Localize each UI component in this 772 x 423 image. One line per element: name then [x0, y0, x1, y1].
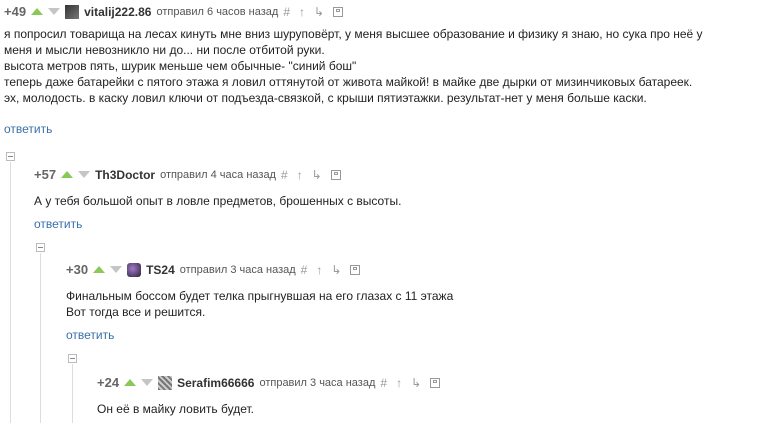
upvote-icon[interactable] — [61, 171, 74, 178]
username[interactable]: TS24 — [146, 263, 175, 277]
thread-line[interactable] — [10, 162, 11, 423]
upvote-icon[interactable] — [93, 266, 106, 273]
avatar[interactable] — [158, 375, 173, 390]
thread-line[interactable] — [40, 253, 41, 423]
save-icon[interactable] — [350, 264, 361, 275]
downvote-icon[interactable] — [110, 266, 123, 273]
hash-icon[interactable]: # — [283, 5, 294, 19]
reply-link[interactable]: ответить — [4, 122, 52, 136]
comment-line: Он её в майку ловить будет. — [97, 402, 254, 416]
username[interactable]: Th3Doctor — [95, 168, 155, 182]
reply-link[interactable]: ответить — [66, 328, 114, 342]
comment-rating: +49 — [4, 4, 27, 19]
thread-line[interactable] — [72, 364, 73, 423]
username[interactable]: Serafim66666 — [177, 376, 254, 390]
downvote-icon[interactable] — [141, 379, 154, 386]
save-icon[interactable] — [430, 377, 441, 388]
upvote-icon[interactable] — [124, 379, 137, 386]
comment-line: эх, молодость. в каску ловил ключи от по… — [4, 91, 647, 105]
comment-rating: +30 — [66, 262, 89, 277]
comment-body: Финальным боссом будет телка прыгнувшая … — [66, 288, 453, 320]
comment-body: Он её в майку ловить будет. — [97, 401, 254, 417]
comment-header: +24 Serafim66666 отправил 3 часа назад #… — [97, 375, 441, 390]
collapse-thread-button[interactable] — [6, 152, 15, 161]
comment-line: меня и мысли невозникло ни до... ни посл… — [4, 43, 325, 57]
comment-line: высота метров пять, шурик меньше чем обы… — [4, 59, 357, 73]
parent-link-icon[interactable]: ↑ — [297, 168, 307, 182]
branch-icon[interactable]: ↳ — [331, 263, 345, 277]
collapse-thread-button[interactable] — [36, 243, 45, 252]
branch-icon[interactable]: ↳ — [314, 5, 328, 19]
comment-rating: +57 — [34, 167, 57, 182]
upvote-icon[interactable] — [31, 8, 44, 15]
hash-icon[interactable]: # — [380, 376, 391, 390]
save-icon[interactable] — [330, 169, 341, 180]
comment-rating: +24 — [97, 375, 120, 390]
comment-line: я попросил товарища на лесах кинуть мне … — [4, 27, 703, 41]
hash-icon[interactable]: # — [301, 263, 312, 277]
comment-line: теперь даже батарейки с пятого этажа я л… — [4, 75, 693, 89]
avatar[interactable] — [65, 4, 80, 19]
comment-time: отправил 6 часов назад — [156, 5, 279, 18]
hash-icon[interactable]: # — [281, 168, 292, 182]
comment-time: отправил 3 часа назад — [179, 263, 296, 276]
reply-link[interactable]: ответить — [34, 217, 82, 231]
branch-icon[interactable]: ↳ — [312, 168, 326, 182]
comment-body: А у тебя большой опыт в ловле предметов,… — [34, 193, 401, 209]
comment-line: Вот тогда все и решится. — [66, 305, 206, 319]
comment-body: я попросил товарища на лесах кинуть мне … — [4, 26, 769, 106]
downvote-icon[interactable] — [48, 8, 61, 15]
comment-time: отправил 3 часа назад — [259, 376, 376, 389]
username[interactable]: vitalij222.86 — [84, 5, 151, 19]
parent-link-icon[interactable]: ↑ — [316, 263, 326, 277]
collapse-thread-button[interactable] — [68, 354, 77, 363]
comment-header: +30 TS24 отправил 3 часа назад # ↑ ↳ — [66, 262, 361, 277]
comment-time: отправил 4 часа назад — [160, 168, 276, 181]
avatar[interactable] — [127, 262, 142, 277]
comment-line: Финальным боссом будет телка прыгнувшая … — [66, 289, 454, 303]
parent-link-icon[interactable]: ↑ — [299, 5, 309, 19]
comment-header: +57 Th3Doctor отправил 4 часа назад # ↑ … — [34, 167, 341, 182]
downvote-icon[interactable] — [78, 171, 91, 178]
save-icon[interactable] — [333, 6, 344, 17]
parent-link-icon[interactable]: ↑ — [396, 376, 406, 390]
branch-icon[interactable]: ↳ — [411, 376, 425, 390]
comment-line: А у тебя большой опыт в ловле предметов,… — [34, 194, 402, 208]
comment-header: +49 vitalij222.86 отправил 6 часов назад… — [4, 4, 344, 19]
